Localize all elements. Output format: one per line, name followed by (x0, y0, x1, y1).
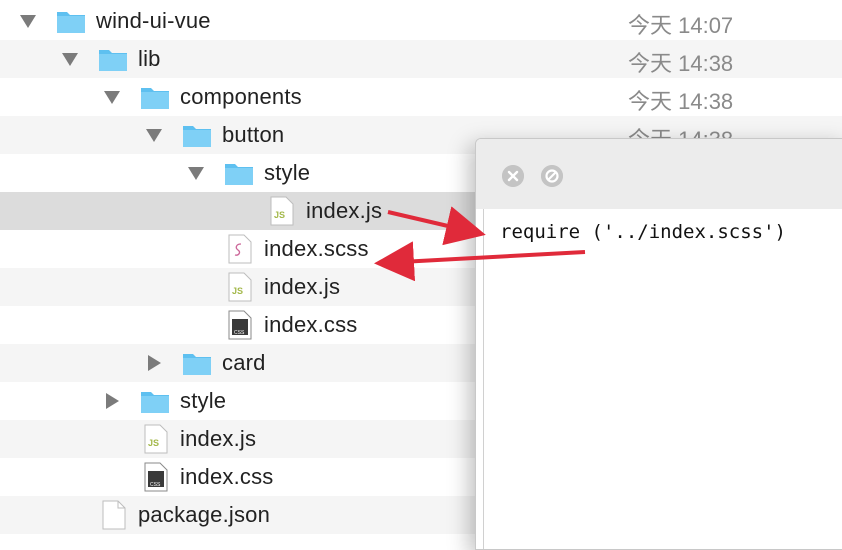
item-name: index.js (264, 274, 341, 299)
item-name: card (222, 350, 266, 375)
folder-icon (182, 122, 212, 148)
item-name: index.js (306, 198, 383, 223)
item-name: style (264, 160, 311, 185)
no-entry-icon (541, 165, 563, 187)
item-name: index.css (264, 312, 358, 337)
scss-file-icon (228, 234, 252, 264)
folder-icon (98, 46, 128, 72)
tree-row-wind-ui-vue[interactable]: wind-ui-vue 今天 14:07 (0, 2, 842, 40)
item-name: index.css (180, 464, 274, 489)
disclosure-triangle-down-icon[interactable] (188, 167, 204, 180)
disclosure-triangle-down-icon[interactable] (62, 53, 78, 66)
css-file-label: CSS (150, 482, 161, 488)
css-file-icon: CSS (228, 310, 252, 340)
disclosure-triangle-right-icon[interactable] (106, 393, 119, 409)
js-file-icon: JS (228, 272, 252, 302)
js-file-label: JS (274, 210, 285, 220)
tree-row-lib[interactable]: lib 今天 14:38 (0, 40, 842, 78)
editor-content[interactable]: require ('../index.scss') (483, 209, 842, 549)
disclosure-triangle-right-icon[interactable] (148, 355, 161, 371)
js-file-label: JS (232, 286, 243, 296)
item-name: style (180, 388, 227, 413)
disclosure-triangle-down-icon[interactable] (146, 129, 162, 142)
tree-row-components[interactable]: components 今天 14:38 (0, 78, 842, 116)
css-file-label: CSS (234, 330, 245, 336)
close-button[interactable] (502, 165, 524, 187)
item-name: index.scss (264, 236, 369, 261)
disclosure-triangle-down-icon[interactable] (104, 91, 120, 104)
item-name: wind-ui-vue (96, 8, 211, 33)
js-file-label: JS (148, 438, 159, 448)
folder-icon (224, 160, 254, 186)
close-icon (502, 165, 524, 187)
item-name: package.json (138, 502, 271, 527)
folder-icon (140, 388, 170, 414)
editor-window: require ('../index.scss') (475, 138, 842, 550)
item-date: 今天 14:07 (628, 13, 734, 38)
editor-titlebar[interactable] (476, 139, 842, 209)
folder-icon (182, 350, 212, 376)
item-name: index.js (180, 426, 257, 451)
item-date: 今天 14:38 (628, 89, 734, 114)
item-date: 今天 14:38 (628, 51, 734, 76)
folder-icon (140, 84, 170, 110)
item-name: lib (138, 46, 161, 71)
item-name: button (222, 122, 285, 147)
css-file-icon: CSS (144, 462, 168, 492)
js-file-icon: JS (144, 424, 168, 454)
js-file-icon: JS (270, 196, 294, 226)
generic-file-icon (102, 500, 126, 530)
disclosure-triangle-down-icon[interactable] (20, 15, 36, 28)
minimize-button[interactable] (541, 165, 563, 187)
item-name: components (180, 84, 302, 109)
code-line: require ('../index.scss') (500, 221, 786, 243)
folder-icon (56, 8, 86, 34)
